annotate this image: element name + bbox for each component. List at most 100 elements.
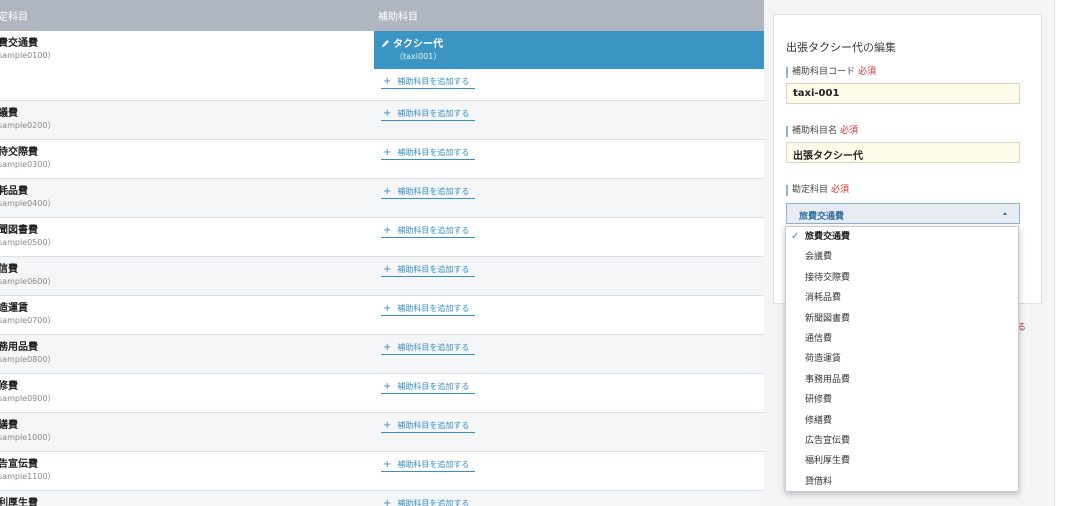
sub-account-table: 定科目 補助科目 費交通費 sample0100） タクシー代 （taxi001） + 補… [0,0,764,506]
dropdown-option[interactable]: 福利厚生費 [786,451,1018,471]
account-cell: 待交際費 sample0300） [0,140,372,178]
dropdown-option-label: 修繕費 [805,415,833,426]
dropdown-option[interactable]: 広告宣伝費 [786,431,1018,451]
plus-icon: + [383,459,392,470]
table-row: 務用品費 sample0800） + 補助科目を追加する [0,335,764,374]
dropdown-option[interactable]: 新聞図書費 [786,309,1018,329]
plus-icon: + [383,498,392,506]
required-mark: 必須 [858,67,877,77]
dropdown-option[interactable]: 荷造運賃 [786,349,1018,369]
account-cell: 聞図書費 sample0500） [0,218,372,256]
add-sub-account-label: 補助科目を追加する [397,421,470,430]
dropdown-option[interactable]: 消耗品費 [786,288,1018,308]
account-cell: 利厚生費 [0,491,372,506]
dropdown-option-label: 会議費 [805,252,833,263]
account-name: 務用品費 [0,342,38,353]
pencil-icon [381,40,389,48]
sub-account-selected[interactable]: タクシー代 （taxi001） [374,31,764,69]
account-name: 耗品費 [0,186,28,197]
account-code: sample0800） [0,355,56,364]
sub-account-cell: + 補助科目を追加する [374,452,764,490]
account-cell: 修費 sample0900） [0,374,372,412]
add-sub-account-label: 補助科目を追加する [397,265,470,274]
dropdown-option-label: 荷造運賃 [805,354,842,365]
account-select[interactable]: 旅費交通費 [786,203,1020,224]
dropdown-option-label: 貸借料 [805,476,833,487]
table-row: 造運賃 sample0700） + 補助科目を追加する [0,296,764,335]
account-code: sample0100） [0,51,56,60]
dropdown-option[interactable]: 接待交際費 [786,268,1018,288]
dropdown-option[interactable]: 会議費 [786,247,1018,267]
add-sub-account-link[interactable]: + 補助科目を追加する [381,459,476,472]
dropdown-option[interactable]: 修繕費 [786,411,1018,431]
dropdown-option[interactable]: 事務用品費 [786,370,1018,390]
dropdown-option-label: 消耗品費 [805,293,842,304]
dropdown-option-label: 広告宣伝費 [805,435,851,446]
add-sub-account-link[interactable]: + 補助科目を追加する [381,499,475,506]
add-sub-account-link[interactable]: + 補助科目を追加する [381,109,476,121]
table-row: 繕費 sample1000） + 補助科目を追加する [0,413,764,452]
header-sub-account: 補助科目 [378,12,418,23]
account-name: 修費 [0,381,18,392]
account-code: sample0400） [0,199,56,208]
plus-icon: + [383,264,392,275]
code-input[interactable]: taxi-001 [786,83,1020,104]
add-sub-account-label: 補助科目を追加する [397,460,470,469]
sub-account-cell: + 補助科目を追加する [374,335,764,373]
account-cell: 信費 sample0600） [0,257,372,295]
add-sub-account-link[interactable]: + 補助科目を追加する [381,381,476,394]
account-name: 利厚生費 [0,498,38,506]
add-sub-account-label: 補助科目を追加する [397,382,470,391]
plus-icon: + [383,225,392,236]
account-name: 聞図書費 [0,225,38,236]
account-code: sample0700） [0,316,56,325]
add-sub-account-link[interactable]: + 補助科目を追加する [381,343,476,355]
sub-account-cell: + 補助科目を追加する [374,413,764,451]
dropdown-option-label: 研修費 [805,395,833,406]
account-name: 待交際費 [0,147,38,158]
account-code: sample0500） [0,238,56,247]
dropdown-option[interactable]: 通信費 [786,329,1018,349]
account-name: 信費 [0,264,18,275]
add-sub-account-label: 補助科目を追加する [397,77,470,86]
add-sub-account-link[interactable]: + 補助科目を追加する [381,77,476,89]
panel-title: 出張タクシー代の編集 [786,39,896,55]
table-row: 議費 sample0200） + 補助科目を追加する [0,101,764,140]
table-row: 費交通費 sample0100） タクシー代 （taxi001） + 補助科目を追加する [0,31,764,101]
account-cell: 告宣伝費 sample1100） [0,452,372,490]
sub-account-cell: + 補助科目を追加する [374,374,764,412]
account-name: 繕費 [0,420,18,431]
add-sub-account-link[interactable]: + 補助科目を追加する [381,187,476,199]
account-name: 費交通費 [0,38,38,49]
name-input[interactable]: 出張タクシー代 [786,142,1020,163]
add-sub-account-link[interactable]: + 補助科目を追加する [381,148,476,160]
add-sub-account-link[interactable]: + 補助科目を追加する [381,264,476,277]
dropdown-option[interactable]: 研修費 [786,390,1018,410]
add-sub-account-link[interactable]: + 補助科目を追加する [381,225,476,238]
add-sub-account-link[interactable]: + 補助科目を追加する [381,421,476,433]
add-sub-account-link[interactable]: + 補助科目を追加する [381,304,476,316]
sub-account-cell: + 補助科目を追加する [374,140,764,178]
add-sub-account-label: 補助科目を追加する [397,187,470,196]
account-code: sample1100） [0,472,56,481]
account-name: 議費 [0,108,18,119]
dropdown-option-label: 新聞図書費 [805,313,851,324]
table-row: 告宣伝費 sample1100） + 補助科目を追加する [0,452,764,491]
add-sub-account-label: 補助科目を追加する [397,499,470,506]
caret-up-icon [1003,212,1007,215]
plus-icon: + [383,381,392,392]
account-select-value: 旅費交通費 [799,212,845,222]
scrollbar-track[interactable] [1054,0,1076,506]
sub-account-name-line: タクシー代 [381,38,764,51]
account-cell: 造運賃 sample0700） [0,296,372,334]
account-cell: 繕費 sample1000） [0,413,372,451]
add-sub-account-label: 補助科目を追加する [397,304,470,313]
dropdown-option[interactable]: ✓ 旅費交通費 [786,227,1018,247]
account-code: sample0300） [0,160,56,169]
dropdown-option[interactable]: 貸借料 [786,472,1018,492]
code-label-text: 補助科目コード [792,67,856,77]
table-row: 修費 sample0900） + 補助科目を追加する [0,374,764,413]
required-mark: 必須 [831,185,850,195]
sub-account-name: タクシー代 [393,39,443,50]
name-label: 補助科目名 必須 [786,126,858,137]
